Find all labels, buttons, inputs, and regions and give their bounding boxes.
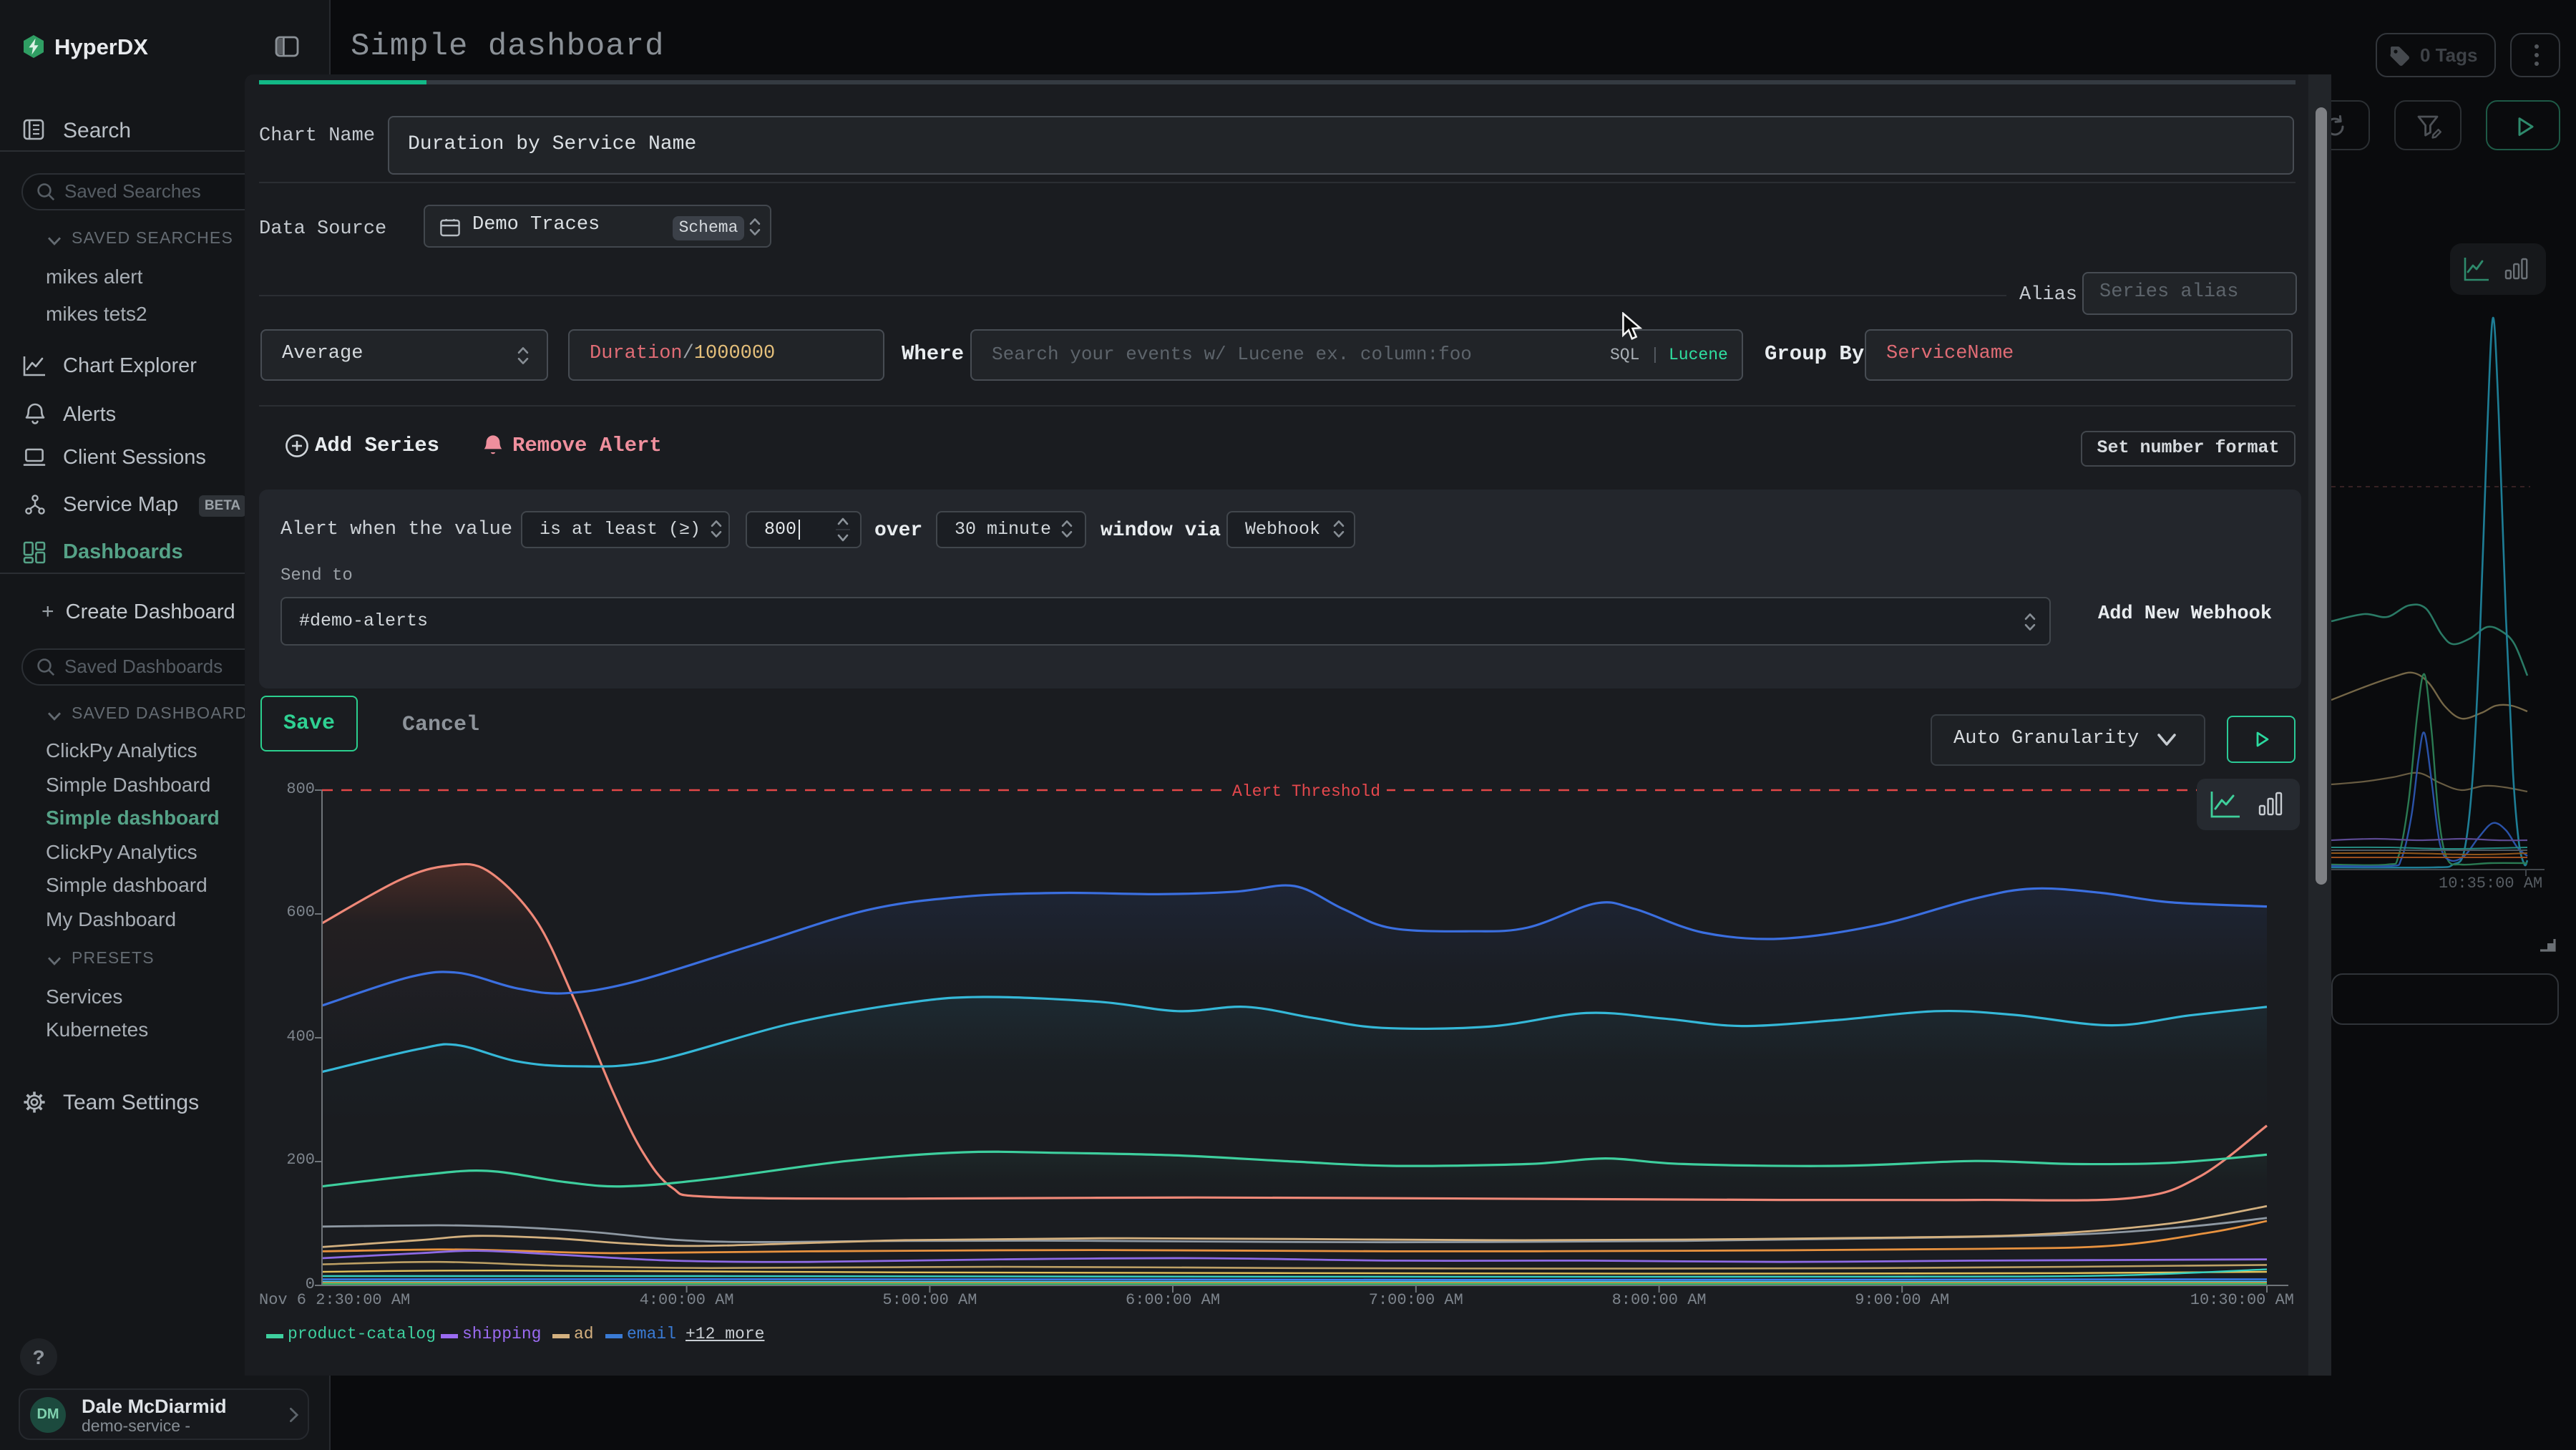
svg-text:Alert Threshold: Alert Threshold (1232, 782, 1380, 801)
